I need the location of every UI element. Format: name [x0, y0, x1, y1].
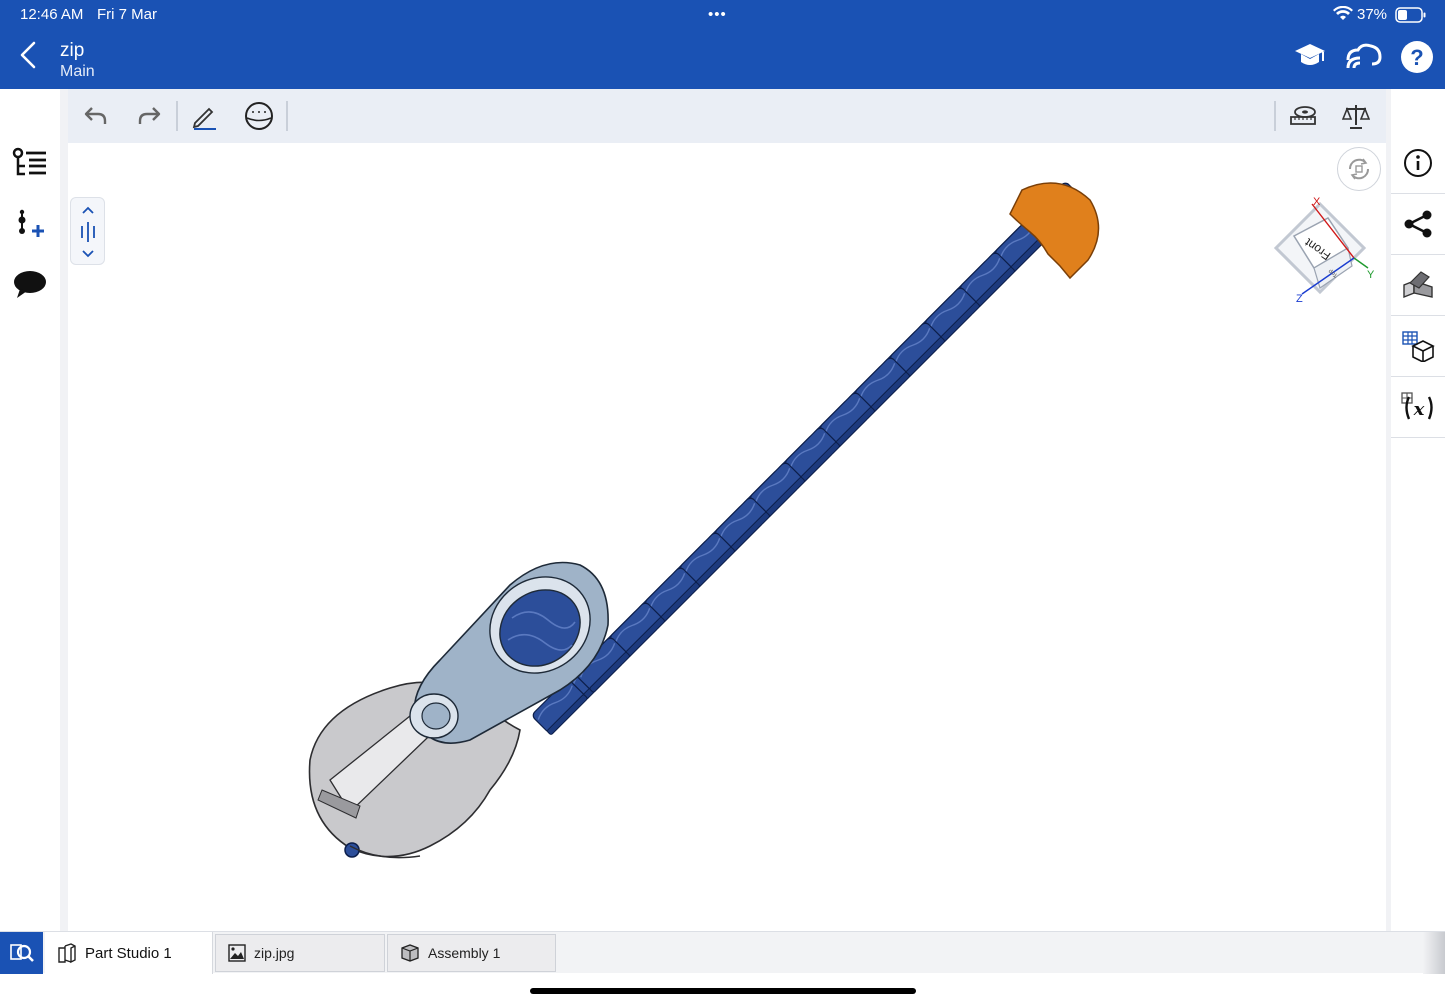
app-header: 12:46 AM Fri 7 Mar ••• 37% zip Main ?: [0, 0, 1445, 89]
view-cube[interactable]: X Y Z Front Top: [1264, 196, 1376, 316]
info-icon[interactable]: [1391, 133, 1445, 194]
image-icon: [228, 944, 246, 962]
svg-text:?: ?: [1410, 45, 1423, 70]
toolbar: [68, 89, 1386, 143]
toolbar-separator: [286, 101, 288, 131]
status-time: 12:46 AM: [20, 6, 84, 23]
back-icon[interactable]: [16, 40, 42, 75]
display-state-icon[interactable]: [242, 99, 276, 133]
tab-scroll-indicator: [1423, 932, 1445, 974]
toolbar-separator: [176, 101, 178, 131]
add-feature-icon[interactable]: [12, 207, 48, 246]
tab-label: Part Studio 1: [85, 944, 172, 962]
svg-text:x: x: [1413, 399, 1425, 420]
graphics-area[interactable]: X Y Z Front Top: [68, 143, 1386, 931]
document-tab-bar: Part Studio 1 zip.jpg Assembly 1: [0, 931, 1445, 974]
zipper-pull-tab: [409, 561, 609, 744]
feature-list-icon[interactable]: [12, 146, 48, 185]
zipper-teeth: [530, 180, 1086, 736]
cloud-connect-icon[interactable]: [1344, 40, 1384, 77]
comments-icon[interactable]: [12, 269, 48, 306]
home-indicator[interactable]: [530, 988, 916, 994]
tab-label: Assembly 1: [428, 945, 501, 961]
multitasking-dots[interactable]: •••: [708, 6, 727, 23]
toolbar-separator: [1274, 101, 1276, 131]
help-icon[interactable]: ?: [1400, 40, 1434, 79]
panel-collapse-toggle[interactable]: [70, 197, 105, 265]
sketch-icon[interactable]: [188, 99, 222, 133]
axis-x-label: X: [1313, 196, 1321, 208]
variables-icon[interactable]: x: [1391, 377, 1445, 438]
appearance-icon[interactable]: [1391, 255, 1445, 316]
view-rotate-icon[interactable]: [1337, 147, 1381, 191]
battery-icon: [1395, 7, 1427, 28]
bom-icon[interactable]: [1391, 316, 1445, 377]
workspace-name: Main: [60, 63, 95, 80]
tab-label: zip.jpg: [254, 945, 295, 961]
tab-assembly-1[interactable]: Assembly 1: [387, 934, 556, 972]
right-panel-rail: x: [1391, 89, 1445, 931]
part-studio-icon: [57, 942, 77, 964]
tab-zip-jpg[interactable]: zip.jpg: [215, 934, 385, 972]
left-panel-divider[interactable]: [60, 89, 68, 931]
measure-icon[interactable]: [1286, 99, 1320, 133]
tab-part-studio-1[interactable]: Part Studio 1: [45, 932, 213, 974]
tab-search-icon[interactable]: [0, 932, 43, 974]
learning-center-icon[interactable]: [1293, 40, 1327, 77]
axis-z-label: Z: [1296, 293, 1303, 305]
assembly-icon: [400, 943, 420, 963]
document-title: zip: [60, 40, 85, 61]
mass-properties-icon[interactable]: [1339, 99, 1373, 133]
battery-percent: 37%: [1357, 6, 1388, 23]
wifi-icon: [1333, 5, 1353, 27]
zipper-model[interactable]: [68, 143, 1386, 931]
share-icon[interactable]: [1391, 194, 1445, 255]
axis-y-label: Y: [1367, 269, 1375, 281]
redo-icon[interactable]: [132, 99, 166, 133]
left-panel-rail: [0, 89, 60, 931]
status-date: Fri 7 Mar: [97, 6, 157, 23]
undo-icon[interactable]: [79, 99, 113, 133]
